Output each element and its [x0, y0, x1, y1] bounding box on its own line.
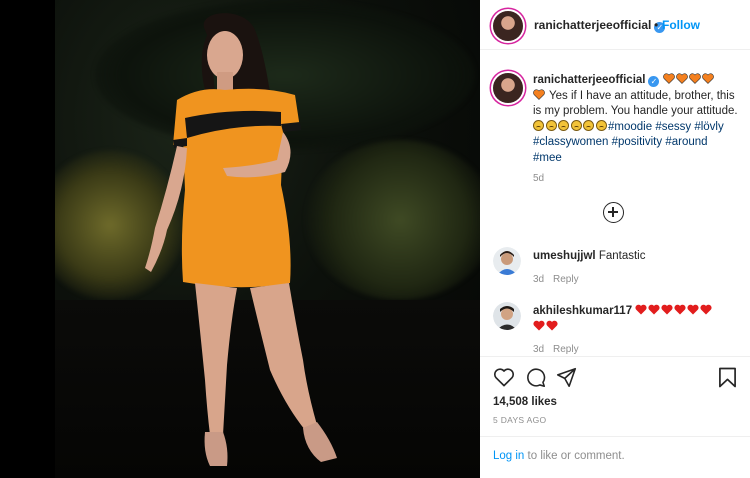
comment-1: umeshujjwl Fantastic: [533, 249, 738, 265]
verified-badge-icon: ✓: [648, 76, 660, 87]
login-prompt: Log in to like or comment.: [480, 436, 750, 478]
load-more-comments-icon[interactable]: [603, 202, 624, 223]
share-icon[interactable]: [556, 367, 577, 388]
commenter-username[interactable]: umeshujjwl: [533, 250, 596, 262]
commenter-avatar[interactable]: [493, 247, 521, 275]
caption-timestamp[interactable]: 5d: [533, 173, 544, 184]
red-heart-icon: [546, 320, 558, 330]
red-heart-icon: [661, 304, 673, 315]
like-heart-icon[interactable]: [493, 367, 515, 387]
post-actions: 14,508 likes 5 DAYS AGO: [480, 356, 750, 436]
orange-heart-icon: [662, 73, 675, 84]
red-heart-icon: [700, 304, 712, 315]
hashtag-link[interactable]: #lövly: [694, 121, 723, 133]
login-link[interactable]: Log in: [493, 450, 524, 462]
weary-face-icon: [583, 119, 594, 131]
commenter-avatar[interactable]: [493, 302, 521, 330]
hashtag-link[interactable]: #sessy: [655, 121, 691, 133]
red-heart-icon: [635, 304, 647, 315]
post-photo[interactable]: [55, 0, 480, 478]
follow-button[interactable]: Follow: [662, 18, 700, 32]
hashtag-link[interactable]: #classywomen: [533, 136, 608, 148]
red-heart-icon: [533, 320, 545, 330]
reply-button[interactable]: Reply: [553, 274, 579, 285]
likes-count[interactable]: 14,508 likes: [493, 396, 557, 408]
weary-face-icon: [595, 119, 607, 131]
weary-face-icon: [533, 119, 544, 131]
caption-text: Yes if I have an attitude, brother, this…: [533, 89, 738, 118]
login-suffix-text: to like or comment.: [524, 450, 625, 462]
caption-author-avatar[interactable]: [493, 73, 523, 103]
author-username-text[interactable]: ranichatterjeeofficial: [534, 18, 651, 32]
hashtag-link[interactable]: #moodie: [608, 121, 652, 133]
orange-heart-icon: [701, 73, 714, 84]
post-date[interactable]: 5 DAYS AGO: [493, 415, 546, 425]
author-username[interactable]: ranichatterjeeofficial ✓: [534, 18, 666, 33]
commenter-username[interactable]: akhileshkumar117: [533, 305, 632, 317]
post-caption: ranichatterjeeofficial ✓ Yes if I have an…: [533, 73, 738, 166]
instagram-embed: ranichatterjeeofficial ✓ • Follow ranicha…: [0, 0, 750, 478]
comment-timestamp[interactable]: 3d: [533, 274, 544, 285]
save-bookmark-icon[interactable]: [718, 367, 737, 388]
comment-text: Fantastic: [598, 250, 646, 262]
hashtag-link[interactable]: #mee: [533, 152, 562, 164]
weary-face-icon: [545, 119, 557, 131]
red-heart-icon: [687, 304, 699, 315]
reply-button[interactable]: Reply: [553, 344, 579, 355]
hashtag-link[interactable]: #around: [665, 136, 707, 148]
header-separator: •: [654, 18, 659, 32]
red-heart-icon: [648, 304, 660, 315]
woman-in-orange-dress: [145, 13, 337, 466]
red-heart-icon: [674, 304, 686, 315]
caption-author-username[interactable]: ranichatterjeeofficial: [533, 74, 645, 86]
post-side-panel: ranichatterjeeofficial ✓ • Follow ranicha…: [480, 0, 750, 478]
hashtag-link[interactable]: #positivity: [612, 136, 663, 148]
weary-face-icon: [558, 119, 569, 131]
orange-heart-icon: [675, 73, 688, 84]
comment-2: akhileshkumar117: [533, 304, 738, 335]
orange-heart-icon: [533, 88, 545, 100]
comment-icon[interactable]: [525, 367, 546, 388]
author-avatar[interactable]: [493, 11, 523, 41]
weary-face-icon: [570, 119, 582, 131]
comment-timestamp[interactable]: 3d: [533, 344, 544, 355]
orange-heart-icon: [688, 73, 701, 84]
post-header: ranichatterjeeofficial ✓ • Follow: [480, 0, 750, 50]
